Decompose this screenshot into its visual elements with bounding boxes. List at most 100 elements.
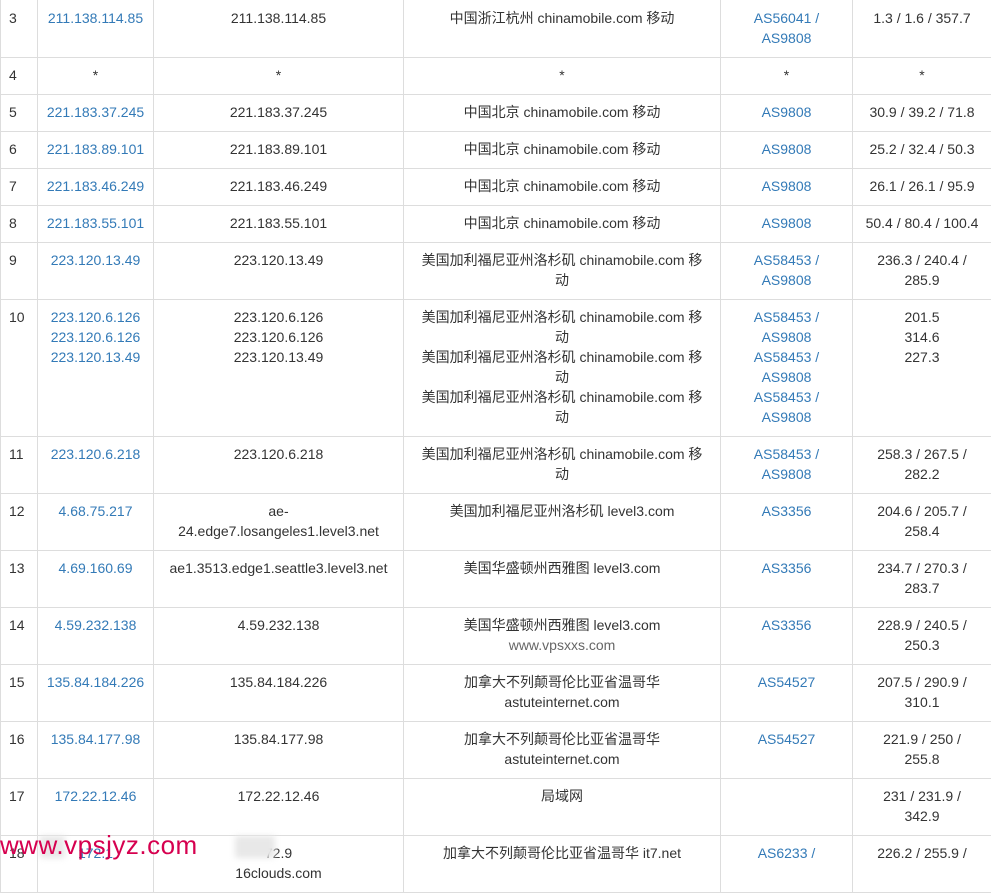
hop-number: 17 bbox=[1, 779, 38, 836]
as-cell: AS54527 bbox=[721, 722, 853, 779]
link-text[interactable]: AS58453 / bbox=[727, 444, 846, 464]
cell-text: 223.120.6.126 bbox=[160, 307, 397, 327]
link-text[interactable]: 221.183.89.101 bbox=[44, 139, 147, 159]
table-row: 17172.22.12.46172.22.12.46局域网231 / 231.9… bbox=[1, 779, 991, 836]
cell-text: 255.8 bbox=[859, 749, 985, 769]
link-text[interactable]: AS9808 bbox=[727, 28, 846, 48]
cell-text: 135.84.184.226 bbox=[160, 672, 397, 692]
location-cell: 中国浙江杭州 chinamobile.com 移动 bbox=[404, 0, 721, 58]
link-text[interactable]: AS58453 / bbox=[727, 387, 846, 407]
latency-cell: 30.9 / 39.2 / 71.8 bbox=[853, 95, 991, 132]
link-text[interactable]: 135.84.184.226 bbox=[44, 672, 147, 692]
cell-text: 314.6 bbox=[859, 327, 985, 347]
link-text[interactable]: AS9808 bbox=[727, 367, 846, 387]
link-text[interactable]: AS9808 bbox=[727, 327, 846, 347]
cell-text: 30.9 / 39.2 / 71.8 bbox=[859, 102, 985, 122]
ip-cell: 223.120.6.218 bbox=[38, 437, 154, 494]
location-cell: 局域网 bbox=[404, 779, 721, 836]
link-text[interactable]: AS3356 bbox=[727, 615, 846, 635]
cell-text: 228.9 / 240.5 / bbox=[859, 615, 985, 635]
cell-text: 258.4 bbox=[859, 521, 985, 541]
link-text[interactable]: 4.68.75.217 bbox=[44, 501, 147, 521]
link-text[interactable]: 221.183.46.249 bbox=[44, 176, 147, 196]
link-text[interactable]: 4.69.160.69 bbox=[44, 558, 147, 578]
cell-text: 221.183.55.101 bbox=[160, 213, 397, 233]
hostname-cell: 211.138.114.85 bbox=[154, 0, 404, 58]
link-text[interactable]: AS3356 bbox=[727, 558, 846, 578]
link-text[interactable]: AS9808 bbox=[727, 464, 846, 484]
hop-number: 5 bbox=[1, 95, 38, 132]
table-row: 16135.84.177.98135.84.177.98加拿大不列颠哥伦比亚省温… bbox=[1, 722, 991, 779]
cell-text: 207.5 / 290.9 / bbox=[859, 672, 985, 692]
cell-text: 16clouds.com bbox=[160, 863, 397, 883]
cell-text: astuteinternet.com bbox=[410, 692, 714, 712]
watermark-text: www.vpsxxs.com bbox=[410, 635, 714, 655]
link-text[interactable]: 4.59.232.138 bbox=[44, 615, 147, 635]
as-cell: AS6233 / bbox=[721, 836, 853, 893]
cell-text: * bbox=[410, 65, 714, 85]
link-text[interactable]: AS3356 bbox=[727, 501, 846, 521]
table-row: 7221.183.46.249221.183.46.249中国北京 chinam… bbox=[1, 169, 991, 206]
as-cell: * bbox=[721, 58, 853, 95]
traceroute-table: 3211.138.114.85211.138.114.85中国浙江杭州 chin… bbox=[0, 0, 991, 893]
link-text[interactable]: AS9808 bbox=[727, 270, 846, 290]
link-text[interactable]: AS6233 / bbox=[727, 843, 846, 863]
hostname-cell: 172.22.12.46 bbox=[154, 779, 404, 836]
link-text[interactable]: 172.22.12.46 bbox=[44, 786, 147, 806]
cell-text: 221.9 / 250 / bbox=[859, 729, 985, 749]
link-text[interactable]: AS9808 bbox=[727, 407, 846, 427]
cell-text: 中国北京 chinamobile.com 移动 bbox=[410, 102, 714, 122]
link-text[interactable]: 223.120.13.49 bbox=[44, 347, 147, 367]
ip-cell: 221.183.55.101 bbox=[38, 206, 154, 243]
hop-number: 15 bbox=[1, 665, 38, 722]
as-cell: AS9808 bbox=[721, 132, 853, 169]
hop-number: 14 bbox=[1, 608, 38, 665]
site-watermark: www.vpsjyz.com bbox=[0, 828, 198, 862]
cell-text: 283.7 bbox=[859, 578, 985, 598]
location-cell: 中国北京 chinamobile.com 移动 bbox=[404, 132, 721, 169]
link-text[interactable]: 221.183.55.101 bbox=[44, 213, 147, 233]
link-text[interactable]: AS9808 bbox=[727, 213, 846, 233]
link-text[interactable]: AS54527 bbox=[727, 729, 846, 749]
link-text[interactable]: AS9808 bbox=[727, 102, 846, 122]
cell-text: 236.3 / 240.4 / bbox=[859, 250, 985, 270]
link-text[interactable]: 211.138.114.85 bbox=[44, 8, 147, 28]
link-text[interactable]: 223.120.13.49 bbox=[44, 250, 147, 270]
as-cell: AS56041 /AS9808 bbox=[721, 0, 853, 58]
as-cell: AS3356 bbox=[721, 551, 853, 608]
link-text[interactable]: AS58453 / bbox=[727, 250, 846, 270]
latency-cell: 201.5314.6227.3 bbox=[853, 300, 991, 437]
link-text[interactable]: AS58453 / bbox=[727, 347, 846, 367]
table-row: 134.69.160.69ae1.3513.edge1.seattle3.lev… bbox=[1, 551, 991, 608]
cell-text: 中国北京 chinamobile.com 移动 bbox=[410, 176, 714, 196]
link-text[interactable]: AS56041 / bbox=[727, 8, 846, 28]
link-text[interactable]: * bbox=[44, 65, 147, 85]
table-row: 6221.183.89.101221.183.89.101中国北京 chinam… bbox=[1, 132, 991, 169]
ip-cell: 221.183.37.245 bbox=[38, 95, 154, 132]
cell-text: astuteinternet.com bbox=[410, 749, 714, 769]
link-text[interactable]: * bbox=[727, 65, 846, 85]
cell-text: 223.120.6.218 bbox=[160, 444, 397, 464]
location-cell: 美国加利福尼亚州洛杉矶 chinamobile.com 移动 bbox=[404, 437, 721, 494]
cell-text: 258.3 / 267.5 / bbox=[859, 444, 985, 464]
link-text[interactable]: AS9808 bbox=[727, 176, 846, 196]
link-text[interactable]: 221.183.37.245 bbox=[44, 102, 147, 122]
hostname-cell: * bbox=[154, 58, 404, 95]
table-row: 8221.183.55.101221.183.55.101中国北京 chinam… bbox=[1, 206, 991, 243]
link-text[interactable]: 223.120.6.218 bbox=[44, 444, 147, 464]
link-text[interactable]: AS54527 bbox=[727, 672, 846, 692]
cell-text: 加拿大不列颠哥伦比亚省温哥华 bbox=[410, 729, 714, 749]
link-text[interactable]: 223.120.6.126 bbox=[44, 327, 147, 347]
location-cell: 美国加利福尼亚州洛杉矶 level3.com bbox=[404, 494, 721, 551]
latency-cell: 204.6 / 205.7 /258.4 bbox=[853, 494, 991, 551]
link-text[interactable]: AS9808 bbox=[727, 139, 846, 159]
hostname-cell: 4.59.232.138 bbox=[154, 608, 404, 665]
cell-text: 172.22.12.46 bbox=[160, 786, 397, 806]
latency-cell: 207.5 / 290.9 /310.1 bbox=[853, 665, 991, 722]
link-text[interactable]: AS58453 / bbox=[727, 307, 846, 327]
cell-text: 动 bbox=[410, 407, 714, 427]
latency-cell: 258.3 / 267.5 /282.2 bbox=[853, 437, 991, 494]
link-text[interactable]: 135.84.177.98 bbox=[44, 729, 147, 749]
link-text[interactable]: 223.120.6.126 bbox=[44, 307, 147, 327]
latency-cell: 234.7 / 270.3 /283.7 bbox=[853, 551, 991, 608]
